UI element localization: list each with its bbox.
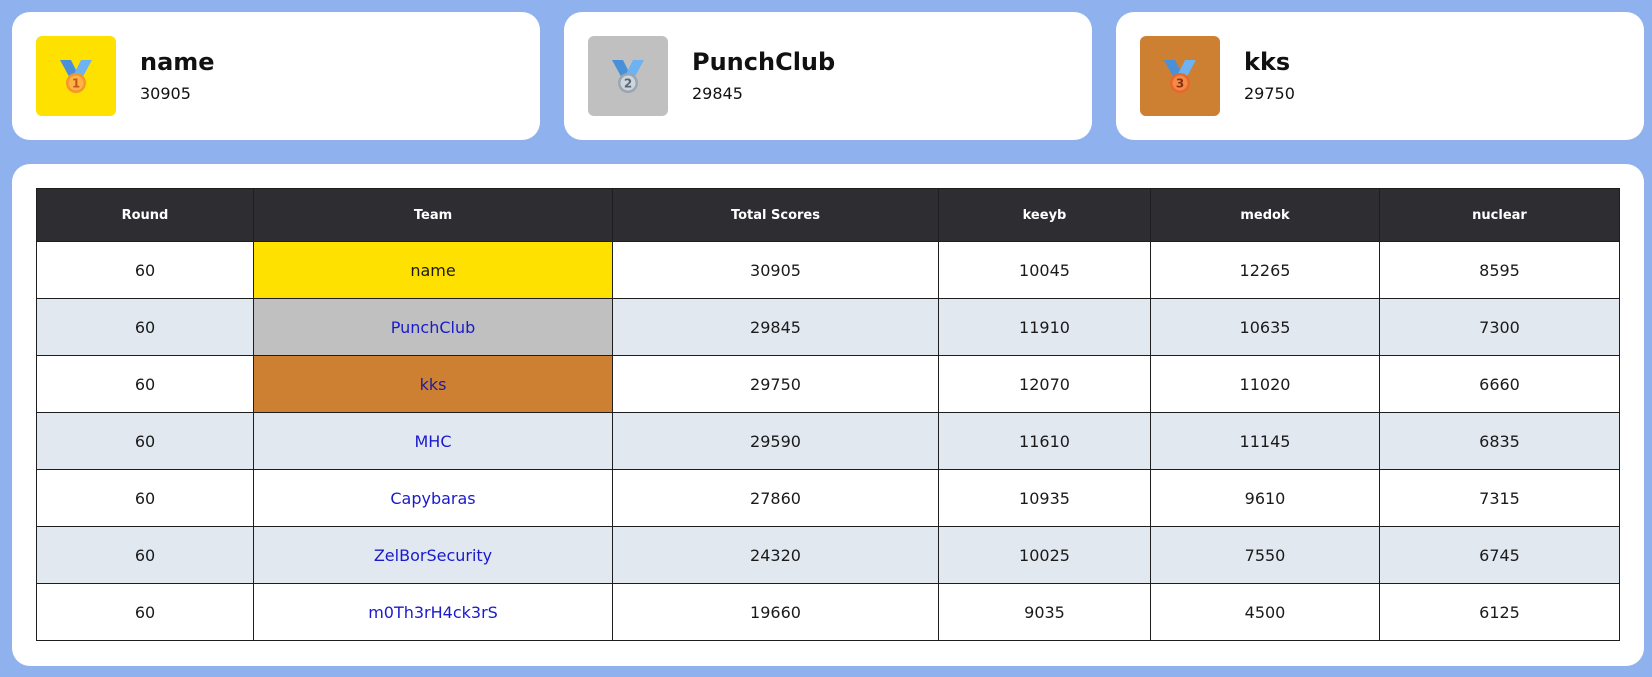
podium-team-score: 30905	[140, 84, 191, 103]
cell-medok: 11020	[1150, 355, 1380, 413]
table-row: 60 kks 29750 12070 11020 6660	[36, 355, 1620, 413]
cell-round: 60	[36, 355, 254, 413]
medal-icon: 1	[60, 60, 92, 93]
cell-team: name	[253, 241, 613, 299]
cell-total-scores: 29750	[612, 355, 939, 413]
podium-card-third: 3 kks 29750	[1116, 12, 1644, 140]
cell-total-scores: 24320	[612, 526, 939, 584]
cell-medok: 4500	[1150, 583, 1380, 641]
scoreboard-panel: Round Team Total Scores keeyb medok nucl…	[12, 164, 1644, 666]
table-header-row: Round Team Total Scores keeyb medok nucl…	[36, 188, 1620, 242]
podium-team-name: name	[140, 48, 215, 76]
table-row: 60 Capybaras 27860 10935 9610 7315	[36, 469, 1620, 527]
team-link[interactable]: ZelBorSecurity	[374, 546, 492, 565]
cell-team: MHC	[253, 412, 613, 470]
medal-box-silver: 2	[588, 36, 668, 116]
scoreboard-table: Round Team Total Scores keeyb medok nucl…	[36, 188, 1620, 641]
svg-text:2: 2	[624, 77, 632, 91]
cell-nuclear: 6125	[1379, 583, 1620, 641]
cell-keeyb: 12070	[938, 355, 1151, 413]
column-header-total-scores: Total Scores	[612, 188, 939, 242]
svg-text:3: 3	[1176, 77, 1184, 91]
column-header-team: Team	[253, 188, 613, 242]
cell-keeyb: 10935	[938, 469, 1151, 527]
cell-team: m0Th3rH4ck3rS	[253, 583, 613, 641]
table-row: 60 MHC 29590 11610 11145 6835	[36, 412, 1620, 470]
cell-total-scores: 19660	[612, 583, 939, 641]
column-header-nuclear: nuclear	[1379, 188, 1620, 242]
medal-icon: 2	[612, 60, 644, 93]
podium-team-name: PunchClub	[692, 48, 836, 76]
cell-total-scores: 30905	[612, 241, 939, 299]
cell-team: PunchClub	[253, 298, 613, 356]
table-row: 60 name 30905 10045 12265 8595	[36, 241, 1620, 299]
cell-round: 60	[36, 583, 254, 641]
table-row: 60 PunchClub 29845 11910 10635 7300	[36, 298, 1620, 356]
team-link[interactable]: name	[410, 261, 455, 280]
cell-round: 60	[36, 526, 254, 584]
cell-round: 60	[36, 241, 254, 299]
medal-box-bronze: 3	[1140, 36, 1220, 116]
cell-team: Capybaras	[253, 469, 613, 527]
cell-medok: 10635	[1150, 298, 1380, 356]
cell-medok: 9610	[1150, 469, 1380, 527]
cell-medok: 7550	[1150, 526, 1380, 584]
cell-nuclear: 7300	[1379, 298, 1620, 356]
cell-total-scores: 29590	[612, 412, 939, 470]
column-header-keeyb: keeyb	[938, 188, 1151, 242]
cell-keeyb: 10025	[938, 526, 1151, 584]
medal-box-gold: 1	[36, 36, 116, 116]
table-row: 60 ZelBorSecurity 24320 10025 7550 6745	[36, 526, 1620, 584]
cell-nuclear: 6660	[1379, 355, 1620, 413]
podium: 1 name 30905 2 PunchClub 29845 3 kks 297…	[12, 12, 1644, 140]
medal-icon: 3	[1164, 60, 1196, 93]
podium-team-score: 29750	[1244, 84, 1295, 103]
cell-team: kks	[253, 355, 613, 413]
cell-nuclear: 7315	[1379, 469, 1620, 527]
cell-keeyb: 9035	[938, 583, 1151, 641]
team-link[interactable]: m0Th3rH4ck3rS	[368, 603, 498, 622]
column-header-medok: medok	[1150, 188, 1380, 242]
cell-total-scores: 29845	[612, 298, 939, 356]
podium-card-second: 2 PunchClub 29845	[564, 12, 1092, 140]
podium-card-first: 1 name 30905	[12, 12, 540, 140]
cell-nuclear: 6745	[1379, 526, 1620, 584]
column-header-round: Round	[36, 188, 254, 242]
team-link[interactable]: PunchClub	[391, 318, 476, 337]
team-link[interactable]: kks	[420, 375, 447, 394]
cell-keeyb: 11610	[938, 412, 1151, 470]
podium-team-score: 29845	[692, 84, 743, 103]
team-link[interactable]: Capybaras	[390, 489, 475, 508]
svg-text:1: 1	[72, 77, 80, 91]
cell-team: ZelBorSecurity	[253, 526, 613, 584]
podium-team-name: kks	[1244, 48, 1291, 76]
cell-medok: 11145	[1150, 412, 1380, 470]
table-row: 60 m0Th3rH4ck3rS 19660 9035 4500 6125	[36, 583, 1620, 641]
cell-nuclear: 6835	[1379, 412, 1620, 470]
cell-keeyb: 10045	[938, 241, 1151, 299]
cell-round: 60	[36, 298, 254, 356]
cell-total-scores: 27860	[612, 469, 939, 527]
cell-nuclear: 8595	[1379, 241, 1620, 299]
cell-keeyb: 11910	[938, 298, 1151, 356]
cell-round: 60	[36, 412, 254, 470]
cell-round: 60	[36, 469, 254, 527]
cell-medok: 12265	[1150, 241, 1380, 299]
team-link[interactable]: MHC	[414, 432, 451, 451]
